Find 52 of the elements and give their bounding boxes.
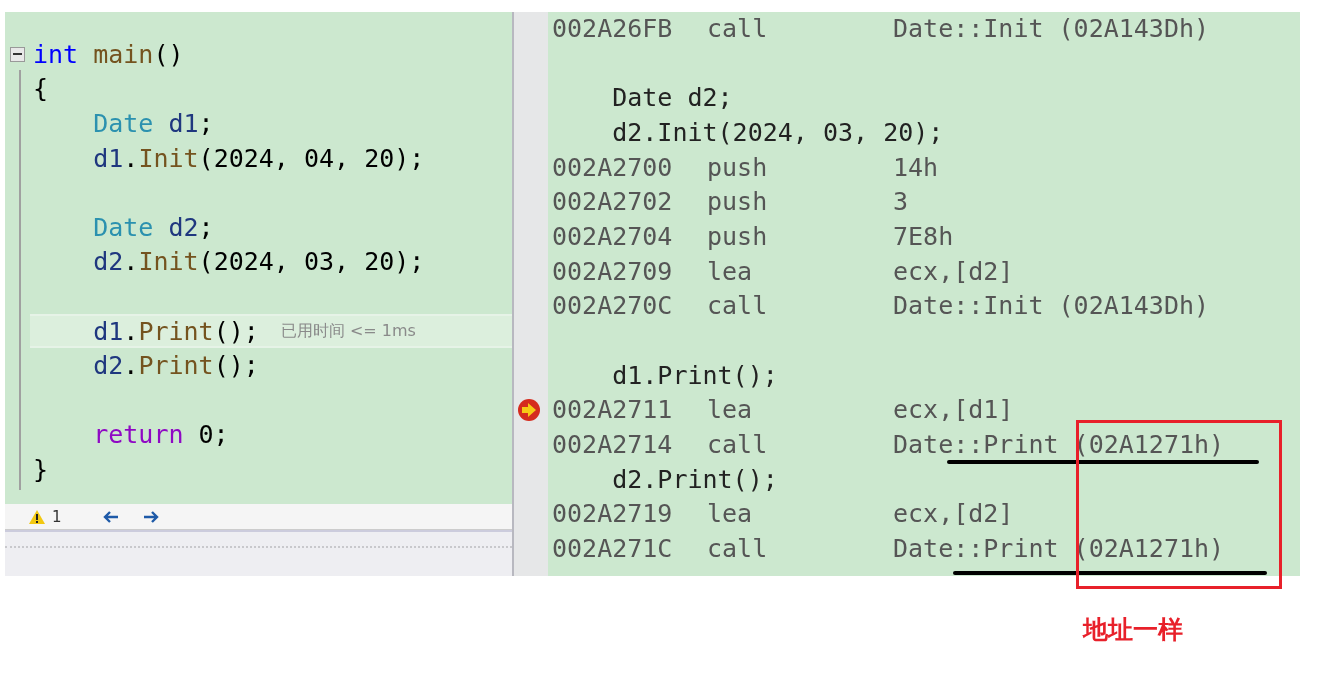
code-line: d2.Print(); bbox=[92, 351, 259, 381]
source-line: d1.Print(); bbox=[611, 360, 778, 390]
mnemonic: call bbox=[707, 291, 769, 321]
operand: 14h bbox=[893, 152, 939, 182]
operand: ecx,[d1] bbox=[893, 395, 1014, 425]
operand: 7E8h bbox=[893, 221, 954, 251]
address: 002A2714 bbox=[552, 430, 674, 460]
code-line: d2.Init(2024, 03, 20); bbox=[92, 247, 425, 277]
address: 002A2719 bbox=[552, 499, 674, 529]
mnemonic: lea bbox=[707, 499, 754, 529]
forward-arrow-icon[interactable] bbox=[141, 508, 160, 525]
mnemonic: push bbox=[707, 152, 769, 182]
address: 002A2704 bbox=[552, 221, 674, 251]
collapse-icon[interactable] bbox=[10, 46, 25, 62]
code-line: d1.Print(); bbox=[92, 316, 259, 346]
address: 002A271C bbox=[552, 534, 674, 564]
mnemonic: call bbox=[707, 430, 769, 460]
address: 002A26FB bbox=[552, 13, 674, 43]
mnemonic: call bbox=[707, 13, 769, 43]
back-arrow-icon[interactable] bbox=[101, 508, 120, 525]
source-line: d2.Init(2024, 03, 20); bbox=[611, 117, 944, 147]
code-editor[interactable]: int main() { Date d1; d1.Init(2024, 04, 20); Date d2; d2.Init(2024, 03, 20); d1.Print(); 已用时间 <= 1ms d2.Print(); return 0; } bbox=[5, 12, 512, 504]
operand: ecx,[d2] bbox=[893, 256, 1014, 286]
warning-count[interactable]: 1 bbox=[52, 507, 62, 526]
operand: Date::Print (02A1271h) bbox=[893, 534, 1225, 564]
mnemonic: call bbox=[707, 534, 769, 564]
elapsed-time-hint: 已用时间 <= 1ms bbox=[280, 320, 416, 342]
address: 002A270C bbox=[552, 291, 674, 321]
code-line: { bbox=[33, 74, 49, 104]
source-line: d2.Print(); bbox=[611, 464, 778, 494]
operand: Date::Print (02A1271h) bbox=[893, 430, 1225, 460]
code-line: d1.Init(2024, 04, 20); bbox=[92, 143, 425, 173]
mnemonic: lea bbox=[707, 395, 754, 425]
source-line: Date d2; bbox=[611, 83, 733, 113]
code-line: int main() bbox=[33, 39, 184, 69]
operand: Date::Init (02A143Dh) bbox=[893, 291, 1210, 321]
mnemonic: push bbox=[707, 221, 769, 251]
warning-icon bbox=[28, 508, 46, 525]
address: 002A2700 bbox=[552, 152, 674, 182]
code-line: return 0; bbox=[92, 420, 229, 450]
address: 002A2702 bbox=[552, 187, 674, 217]
address: 002A2711 bbox=[552, 395, 674, 425]
mnemonic: push bbox=[707, 187, 769, 217]
address: 002A2709 bbox=[552, 256, 674, 286]
code-line: } bbox=[33, 454, 49, 484]
operand: ecx,[d2] bbox=[893, 499, 1014, 529]
code-line: Date d2; bbox=[92, 212, 214, 242]
operand: Date::Init (02A143Dh) bbox=[893, 13, 1210, 43]
code-line: Date d1; bbox=[92, 109, 214, 138]
operand: 3 bbox=[893, 187, 909, 217]
annotation-label: 地址一样 bbox=[1083, 614, 1183, 646]
mnemonic: lea bbox=[707, 256, 754, 286]
